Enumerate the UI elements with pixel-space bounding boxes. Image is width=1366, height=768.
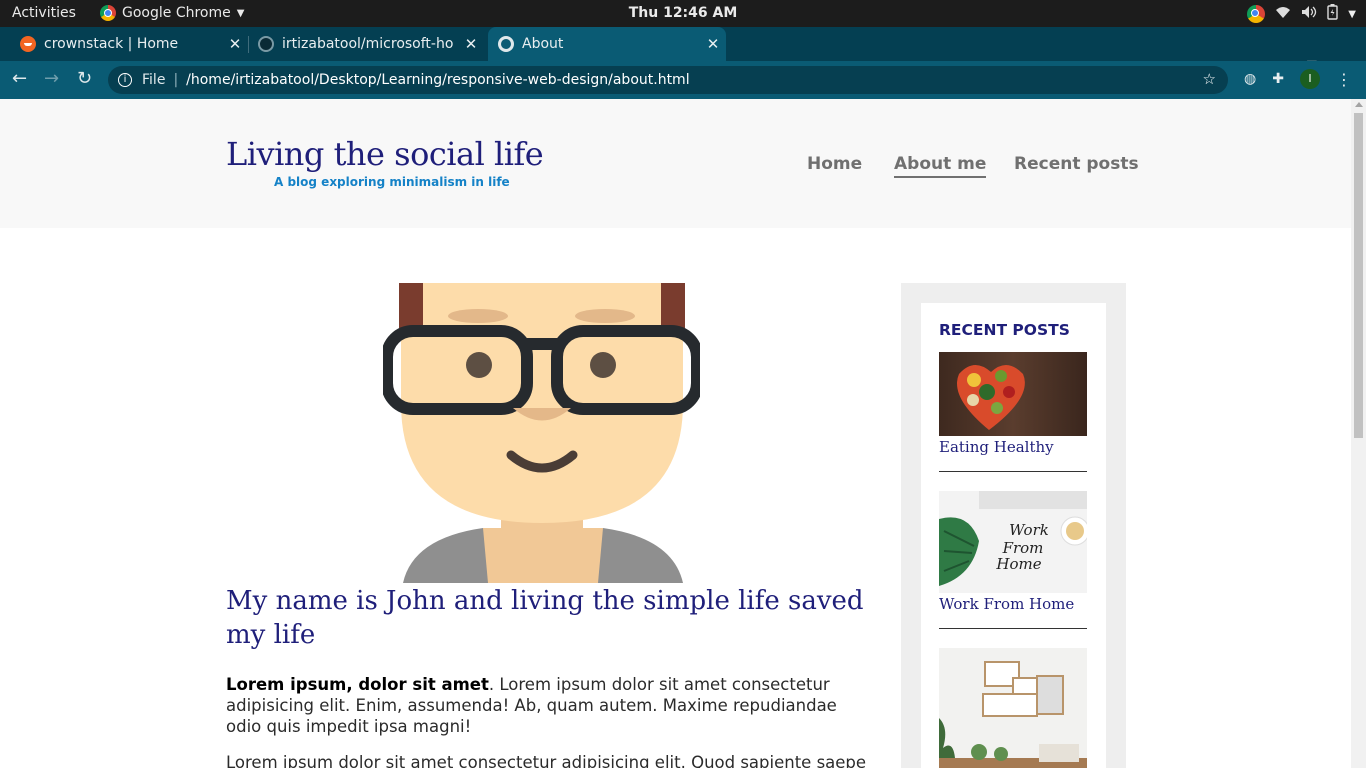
forward-arrow-icon[interactable]: →: [44, 68, 59, 89]
separator: |: [173, 72, 179, 88]
volume-icon: [1301, 5, 1317, 23]
close-tab-icon[interactable]: ✕: [700, 35, 726, 53]
recent-post-item[interactable]: Eating Healthy: [939, 352, 1087, 472]
tab-about[interactable]: About ✕: [488, 27, 726, 61]
system-top-bar: Activities Google Chrome ▼ Thu 12:46 AM …: [0, 0, 1366, 27]
about-heading: My name is John and living the simple li…: [226, 586, 864, 650]
tab-crownstack[interactable]: crownstack | Home ✕: [0, 27, 248, 61]
tab-github[interactable]: irtizabatool/microsoft-ho ✕: [238, 27, 488, 61]
chrome-indicator-icon[interactable]: [1247, 5, 1266, 23]
profile-avatar[interactable]: I: [1300, 69, 1320, 89]
post-title[interactable]: Eating Healthy: [939, 438, 1087, 456]
site-subtitle: A blog exploring minimalism in life: [274, 175, 510, 189]
tab-title: About: [522, 36, 564, 52]
bookmark-star-icon[interactable]: ☆: [1203, 70, 1216, 88]
tab-strip: crownstack | Home ✕ irtizabatool/microso…: [0, 27, 1366, 81]
kebab-menu-icon[interactable]: ⋮: [1336, 70, 1352, 89]
extensions-area: ◍ ✚ I ⋮: [1244, 69, 1352, 89]
scroll-up-arrow-icon[interactable]: [1355, 102, 1363, 107]
svg-text:Home: Home: [995, 555, 1041, 573]
close-tab-icon[interactable]: ✕: [458, 35, 484, 53]
globe-icon: [498, 36, 514, 52]
nav-about-me[interactable]: About me: [894, 154, 987, 178]
second-paragraph: Lorem ipsum dolor sit amet consectetur a…: [226, 753, 867, 768]
info-icon[interactable]: i: [118, 73, 132, 87]
recent-post-item[interactable]: [939, 648, 1087, 768]
nav-recent-posts[interactable]: Recent posts: [1014, 154, 1139, 174]
site-title[interactable]: Living the social life: [226, 135, 544, 173]
back-arrow-icon[interactable]: ←: [12, 68, 27, 89]
tab-title: irtizabatool/microsoft-ho: [282, 36, 454, 52]
system-tray[interactable]: ▼: [1247, 4, 1356, 24]
reload-icon[interactable]: ↻: [77, 68, 92, 89]
divider: [939, 628, 1087, 629]
interior-decor-thumbnail[interactable]: [939, 648, 1087, 768]
divider: [939, 471, 1087, 472]
nav-home[interactable]: Home: [807, 154, 862, 174]
recent-posts-panel: RECENT POSTS Eating Healthy Work From Ho…: [921, 303, 1106, 768]
avatar-illustration: [383, 283, 700, 583]
browser-toolbar: ← → ↻ i File | /home/irtizabatool/Deskto…: [0, 61, 1366, 99]
post-title[interactable]: Work From Home: [939, 595, 1087, 613]
caret-down-icon: ▼: [1348, 8, 1356, 20]
work-from-home-thumbnail[interactable]: Work From Home: [939, 491, 1087, 593]
healthy-food-thumbnail[interactable]: [939, 352, 1087, 436]
intro-paragraph: Lorem ipsum, dolor sit amet. Lorem ipsum…: [226, 674, 876, 737]
recent-post-item[interactable]: Work From Home Work From Home: [939, 491, 1087, 629]
web-page: Living the social life A blog exploring …: [0, 99, 1351, 768]
github-icon: [258, 36, 274, 52]
svg-text:Work: Work: [1009, 521, 1049, 539]
tab-title: crownstack | Home: [44, 36, 179, 52]
scheme-label: File: [142, 72, 166, 88]
clock[interactable]: Thu 12:46 AM: [0, 5, 1366, 21]
site-header: Living the social life A blog exploring …: [0, 99, 1351, 228]
page-scrollbar[interactable]: [1351, 99, 1366, 768]
globe-extension-icon[interactable]: ◍: [1244, 71, 1256, 87]
scrollbar-thumb[interactable]: [1354, 113, 1363, 438]
intro-bold-text: Lorem ipsum, dolor sit amet: [226, 675, 489, 694]
battery-icon: [1327, 4, 1338, 24]
sidebar: RECENT POSTS Eating Healthy Work From Ho…: [901, 283, 1126, 768]
puzzle-extensions-icon[interactable]: ✚: [1272, 71, 1284, 87]
crownstack-icon: [20, 36, 36, 52]
recent-posts-heading: RECENT POSTS: [939, 321, 1070, 339]
address-bar[interactable]: i File | /home/irtizabatool/Desktop/Lear…: [108, 66, 1228, 94]
wifi-icon: [1275, 5, 1291, 23]
url-text[interactable]: /home/irtizabatool/Desktop/Learning/resp…: [186, 72, 689, 88]
